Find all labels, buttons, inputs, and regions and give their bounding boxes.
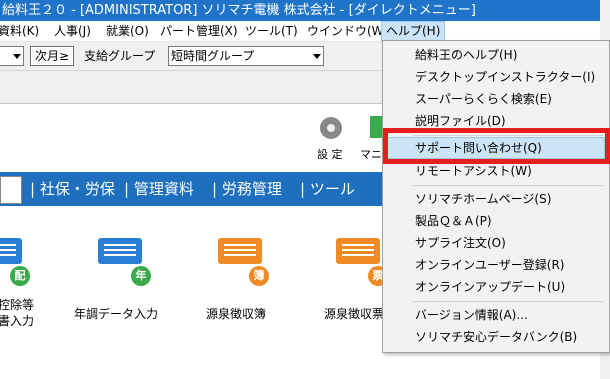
badge-icon: 簿 [249, 266, 269, 286]
annotation-highlight-box [383, 128, 610, 164]
document-icon[interactable] [218, 238, 262, 264]
menu-jinji[interactable]: 人事(J) [54, 21, 91, 42]
window-title: 給料王２０ - [ADMINISTRATOR] ソリマチ電機 株式会社 - [ダ… [0, 0, 610, 21]
menu-item-online-registration[interactable]: オンラインユーザー登録(R) [383, 254, 609, 276]
menu-item-data-bank[interactable]: ソリマチ安心データバンク(B) [383, 326, 609, 348]
menu-item-desktop-instructor[interactable]: デスクトップインストラクター(I) [383, 66, 609, 88]
badge-icon: 配 [10, 266, 30, 286]
menu-separator [413, 185, 603, 186]
menu-separator [413, 301, 603, 302]
icon-label-line2[interactable]: 書入力 [0, 312, 34, 329]
gear-icon[interactable] [320, 117, 342, 139]
chevron-down-icon [313, 54, 321, 59]
pay-group-select[interactable]: 短時間グループ [168, 46, 324, 66]
nav-search-box[interactable] [0, 176, 22, 204]
menu-item-super-search[interactable]: スーパーらくらく検索(E) [383, 88, 609, 110]
icon-label[interactable]: 源泉徴収票 [324, 305, 384, 322]
menu-shugyo[interactable]: 就業(O) [106, 21, 149, 42]
period-combo[interactable] [0, 46, 24, 66]
menu-window[interactable]: ウインドウ(W) [307, 21, 388, 42]
tab-tools[interactable]: | ツール [300, 172, 355, 206]
menu-item-online-update[interactable]: オンラインアップデート(U) [383, 276, 609, 298]
menu-help[interactable]: ヘルプ(H) [381, 21, 446, 42]
menu-item-homepage[interactable]: ソリマチホームページ(S) [383, 188, 609, 210]
icon-label[interactable]: 源泉徴収簿 [206, 305, 266, 322]
pay-group-value: 短時間グループ [171, 49, 255, 63]
manual-label[interactable]: マニ [360, 146, 382, 162]
menu-tools[interactable]: ツール(T) [245, 21, 298, 42]
settings-label[interactable]: 設 定 [317, 146, 343, 162]
menu-item-supply-order[interactable]: サプライ注文(O) [383, 232, 609, 254]
next-month-button[interactable]: 次月≥ [30, 46, 74, 66]
menu-item-product-qa[interactable]: 製品Ｑ＆Ａ(P) [383, 210, 609, 232]
pay-group-label: 支給グループ [84, 49, 156, 63]
tab-shaho-roho[interactable]: | 社保・労保 [30, 172, 115, 206]
menu-item-version-info[interactable]: バージョン情報(A)... [383, 304, 609, 326]
menu-shiryo[interactable]: 資料(K) [0, 21, 39, 42]
tab-kanri-shiryo[interactable]: | 管理資料 [124, 172, 194, 206]
document-icon[interactable] [336, 238, 380, 264]
menu-item-help[interactable]: 給料王のヘルプ(H) [383, 44, 609, 66]
document-icon[interactable] [0, 238, 22, 264]
help-dropdown-menu: 給料王のヘルプ(H) デスクトップインストラクター(I) スーパーらくらく検索(… [382, 40, 610, 353]
menu-part-kanri[interactable]: パート管理(X) [160, 21, 238, 42]
document-icon[interactable] [98, 238, 142, 264]
icon-label[interactable]: 年調データ入力 [74, 305, 158, 322]
badge-icon: 年 [131, 266, 151, 286]
menu-bar: 資料(K) 人事(J) 就業(O) パート管理(X) ツール(T) ウインドウ(… [0, 21, 610, 42]
chevron-down-icon [13, 54, 21, 59]
tab-romu-kanri[interactable]: | 労務管理 [212, 172, 282, 206]
icon-label[interactable]: 控除等 [0, 296, 34, 313]
